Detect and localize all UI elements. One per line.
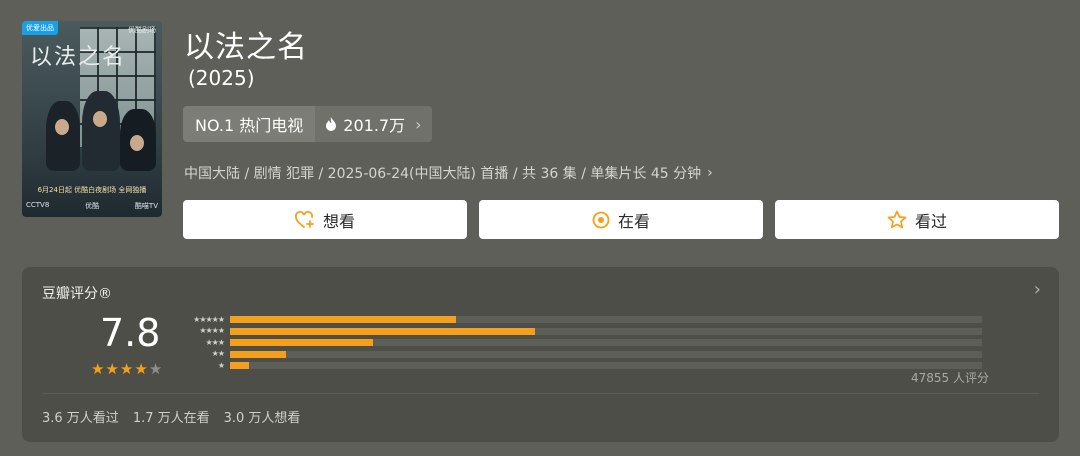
poster-platform: 酷喵TV xyxy=(134,202,158,210)
flame-icon xyxy=(326,116,337,131)
poster-promo-text: 6月24日起 优酷白夜剧场 全网独播 xyxy=(37,186,147,194)
distribution-bar xyxy=(230,350,287,358)
chevron-right-icon: › xyxy=(415,114,422,134)
poster-platform: 优酷 xyxy=(85,202,100,210)
heat-value: 201.7万 xyxy=(343,116,406,135)
heart-plus-icon xyxy=(295,210,314,228)
distribution-track xyxy=(230,350,982,358)
rating-score: 7.8 xyxy=(100,311,161,355)
distribution-star-label: ★★★★★ xyxy=(193,314,225,324)
rating-stars: ★ ★ ★ ★ ★ xyxy=(91,362,162,377)
divider xyxy=(42,393,1039,394)
star-filled-icon: ★ xyxy=(134,360,148,378)
distribution-row: ★ xyxy=(180,360,982,372)
heat-counter[interactable]: 201.7万 › xyxy=(315,106,432,142)
distribution-bar xyxy=(230,362,249,370)
rank-label: NO.1 热门电视 xyxy=(183,106,316,142)
distribution-star-label: ★★★ xyxy=(205,337,225,347)
distribution-bar xyxy=(230,327,536,335)
distribution-track xyxy=(230,316,982,324)
star-outline-icon xyxy=(887,210,907,229)
star-filled-icon: ★ xyxy=(119,360,134,378)
release-year: (2025) xyxy=(188,66,255,90)
chevron-right-icon[interactable]: › xyxy=(1034,279,1041,300)
poster-figure-head xyxy=(93,111,107,127)
distribution-star-label: ★★★★ xyxy=(199,326,225,336)
star-filled-icon: ★ xyxy=(105,360,119,378)
action-bar: 想看 在看 看过 xyxy=(183,200,1059,239)
distribution-star-label: ★★ xyxy=(211,349,225,359)
douban-rating-card[interactable]: 豆瓣评分® › 7.8 ★ ★ ★ ★ ★ ★★★★★ ★★★★ ★★★ ★★ ★ 47855 … xyxy=(22,267,1059,442)
distribution-row: ★★ xyxy=(180,349,982,361)
distribution-track xyxy=(230,327,982,335)
chevron-right-icon: › xyxy=(707,165,713,181)
show-meta-info[interactable]: 中国大陆 / 剧情 犯罪 / 2025-06-24(中国大陆) 首播 / 共 3… xyxy=(184,163,713,183)
audience-stats: 3.6 万人看过 1.7 万人在看 3.0 万人想看 xyxy=(42,407,300,426)
want-count[interactable]: 3.0 万人想看 xyxy=(224,407,301,426)
distribution-row: ★★★ xyxy=(180,337,982,349)
watched-label: 看过 xyxy=(914,211,947,231)
page-title: 以法之名 xyxy=(184,30,308,65)
poster-platform: CCTV8 xyxy=(26,201,50,209)
poster-badge: 优爱出品 xyxy=(22,21,58,35)
rank-badge[interactable]: NO.1 热门电视 201.7万 › xyxy=(183,106,432,142)
want-label: 想看 xyxy=(322,211,355,231)
poster-figure xyxy=(82,91,120,171)
poster-image[interactable]: 优爱出品 优酷剧场 以法之名 6月24日起 优酷白夜剧场 全网独播 CCTV8 … xyxy=(22,21,162,217)
distribution-row: ★★★★★ xyxy=(180,314,982,326)
meta-text: 中国大陆 / 剧情 犯罪 / 2025-06-24(中国大陆) 首播 / 共 3… xyxy=(184,166,702,182)
eye-target-icon xyxy=(592,211,610,228)
watching-count[interactable]: 1.7 万人在看 xyxy=(133,407,210,426)
distribution-bar xyxy=(230,316,456,324)
rating-distribution: ★★★★★ ★★★★ ★★★ ★★ ★ xyxy=(180,314,982,372)
poster-title-art: 以法之名 xyxy=(30,45,127,70)
watching-button[interactable]: 在看 xyxy=(479,200,763,239)
watching-label: 在看 xyxy=(617,211,650,231)
distribution-row: ★★★★ xyxy=(180,326,982,338)
distribution-star-label: ★ xyxy=(217,360,225,370)
distribution-track xyxy=(230,362,982,370)
star-empty-icon: ★ xyxy=(148,360,163,378)
poster-figure xyxy=(46,101,80,171)
rating-card-title: 豆瓣评分® xyxy=(42,286,112,302)
star-filled-icon: ★ xyxy=(91,360,105,378)
distribution-bar xyxy=(230,339,373,347)
want-to-watch-button[interactable]: 想看 xyxy=(183,200,467,239)
watched-count[interactable]: 3.6 万人看过 xyxy=(42,407,119,426)
poster-figure-head xyxy=(55,119,69,135)
poster-figure-head xyxy=(130,135,144,151)
vote-count: 47855 人评分 xyxy=(911,371,989,385)
distribution-track xyxy=(230,339,982,347)
poster-platforms: CCTV8 优酷 酷喵TV xyxy=(26,201,158,211)
watched-button[interactable]: 看过 xyxy=(775,200,1059,239)
poster-logo: 优酷剧场 xyxy=(128,26,156,34)
